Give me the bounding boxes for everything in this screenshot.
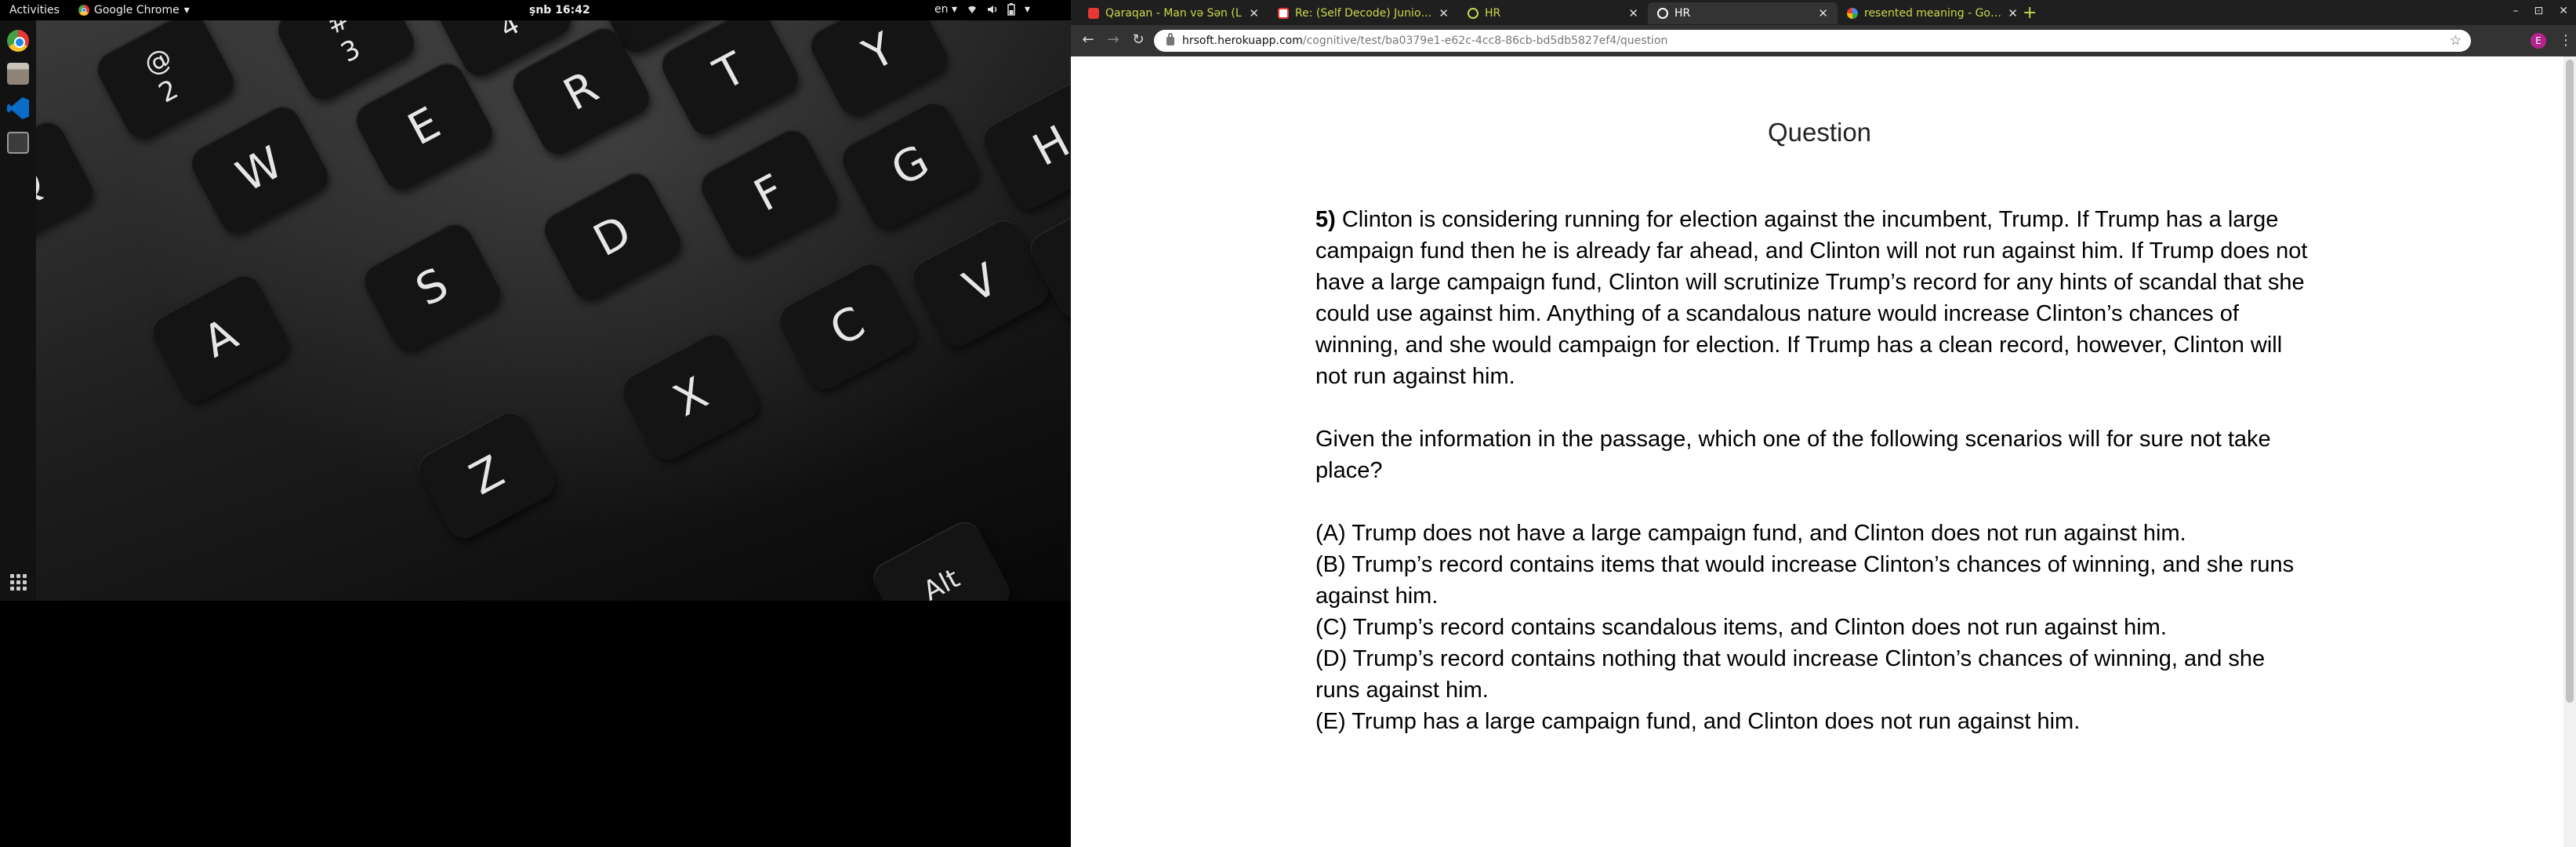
key-z: Z [412,405,561,545]
key-2: @ 2 [91,20,240,145]
back-arrow-icon[interactable]: ← [1080,32,1096,48]
page-title: Question [1767,118,1872,147]
maximize-button[interactable]: ⊡ [2534,5,2544,17]
gmail-icon [1278,8,1289,19]
address-bar[interactable]: hrsoft.herokuapp.com/cognitive/test/ba03… [1154,30,2471,52]
google-icon [1847,8,1858,19]
globe-icon [1468,8,1478,19]
key-v: V [906,213,1055,353]
page-content: Question 5) Clinton is considering runni… [1071,56,2563,847]
power-menu-arrow[interactable]: ▾ [1025,3,1030,16]
url-path: /cognitive/test/ba0379e1-e62c-4cc8-86cb-… [1302,35,1668,47]
app-menu[interactable]: Google Chrome ▾ [78,4,190,16]
chevron-down-icon: ▾ [183,4,190,16]
answer-option-d: (D) Trump’s record contains nothing that… [1315,646,2266,703]
tab-title: HR [1674,7,1691,20]
tab-google-search[interactable]: resented meaning - Goog ✕ [1838,2,2027,24]
desktop-wallpaper: Q @ 2 # 3 $ 4 % 5 W E R T Y A S D F G H … [36,20,1071,601]
tab-title: resented meaning - Goog [1864,7,2002,20]
tab-youtube[interactable]: Qaraqan - Man və Sən (L ✕ [1079,2,1268,24]
activities-button[interactable]: Activities [9,4,60,16]
tab-gmail[interactable]: Re: (Self Decode) Junior E ✕ [1268,2,1458,24]
question-body: 5) Clinton is considering running for el… [1315,204,2311,737]
key-alt: Alt [867,515,1016,601]
chrome-icon [78,5,89,16]
lock-icon[interactable] [1166,32,1174,45]
forward-arrow-icon[interactable]: → [1105,32,1121,48]
key-e: E [350,56,499,196]
chrome-icon[interactable] [7,30,29,52]
key-q: Q [36,115,99,255]
answer-option-a: (A) Trump does not have a large campaign… [1315,521,2186,546]
key-g: G [836,96,985,235]
tab-strip: Qaraqan - Man və Sən (L ✕ Re: (Self Deco… [1071,0,2576,25]
key-h: H [977,76,1071,216]
tab-hr-2[interactable]: HR ✕ [1648,2,1838,24]
close-icon[interactable]: ✕ [1439,6,1449,20]
system-top-bar: Activities Google Chrome ▾ şnb 16:42 en … [0,0,1071,20]
window-controls: – ⊡ ✕ [2513,5,2568,17]
network-icon [967,5,976,13]
answer-option-b: (B) Trump’s record contains items that w… [1315,552,2295,609]
globe-icon [1657,8,1668,19]
system-status-area[interactable]: en ▾ ▾ [934,3,1030,16]
minimize-button[interactable]: – [2513,5,2519,17]
chrome-window: Qaraqan - Man və Sən (L ✕ Re: (Self Deco… [1071,0,2576,847]
dock [0,20,36,601]
battery-icon [1007,3,1015,16]
tab-title: HR [1485,7,1501,20]
key-f: F [695,123,844,263]
answer-option-c: (C) Trump’s record contains scandalous i… [1315,615,2167,640]
app-menu-label: Google Chrome [94,4,180,16]
tab-title: Re: (Self Decode) Junior E [1295,7,1433,20]
files-icon[interactable] [7,63,29,85]
url-host: hrsoft.herokuapp.com [1182,35,1303,47]
new-tab-button[interactable]: + [2023,3,2037,23]
passage-text: Clinton is considering running for elect… [1315,207,2308,389]
answer-option-e: (E) Trump has a large campaign fund, and… [1315,709,2081,734]
language-indicator[interactable]: en ▾ [934,3,957,16]
youtube-icon [1088,8,1099,19]
clock[interactable]: şnb 16:42 [529,4,590,16]
reload-icon[interactable]: ↻ [1130,32,1146,48]
bookmark-star-icon[interactable]: ☆ [2450,33,2462,49]
close-icon[interactable]: ✕ [2008,6,2018,20]
terminal-icon[interactable] [7,132,29,154]
key-w: W [185,100,334,239]
page-scrollbar[interactable] [2563,56,2576,847]
volume-icon [987,5,997,13]
key-x: X [616,327,765,467]
key-c: C [773,256,922,396]
kebab-menu-icon[interactable]: ⋮ [2559,32,2573,49]
close-icon[interactable]: ✕ [1628,6,1638,20]
key-d: D [538,166,687,306]
key-a: A [146,268,295,408]
scrollbar-thumb[interactable] [2566,60,2574,703]
close-icon[interactable]: ✕ [1249,6,1259,20]
question-passage: 5) Clinton is considering running for el… [1315,204,2311,392]
tab-hr-1[interactable]: HR ✕ [1458,2,1648,24]
app-grid-icon[interactable] [7,571,29,593]
key-t: T [655,20,804,141]
tab-title: Qaraqan - Man və Sən (L [1105,7,1242,20]
close-window-button[interactable]: ✕ [2559,5,2568,17]
browser-toolbar: ← → ↻ hrsoft.herokuapp.com/cognitive/tes… [1071,25,2576,56]
question-number: 5) [1315,207,1336,232]
profile-avatar[interactable]: E [2531,33,2546,49]
key-s: S [357,217,506,357]
vscode-icon[interactable] [7,97,29,119]
close-icon[interactable]: ✕ [1818,6,1828,20]
question-prompt: Given the information in the passage, wh… [1315,427,2271,483]
